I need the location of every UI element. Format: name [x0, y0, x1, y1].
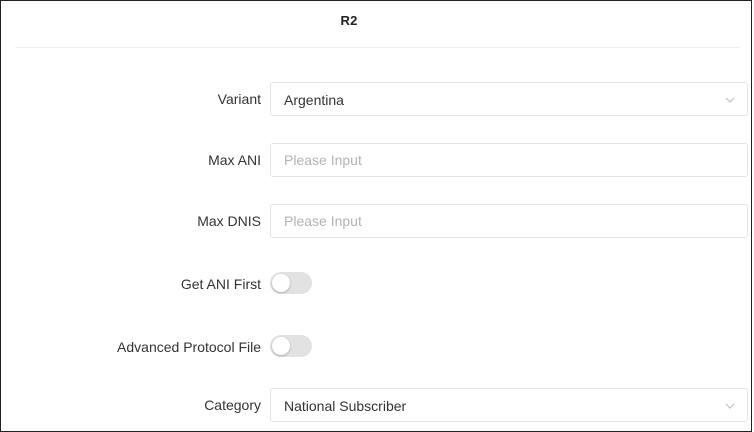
chevron-down-icon — [725, 97, 735, 103]
section-divider — [15, 47, 740, 48]
max-ani-label: Max ANI — [208, 152, 261, 168]
get-ani-first-toggle[interactable] — [270, 272, 312, 294]
max-dnis-label: Max DNIS — [197, 213, 261, 229]
category-row: Category National Subscriber — [1, 388, 753, 424]
advanced-protocol-file-row: Advanced Protocol File — [1, 332, 753, 368]
chevron-down-icon — [725, 403, 735, 409]
toggle-knob — [272, 274, 290, 292]
category-label: Category — [204, 397, 261, 413]
form-panel: R2 Variant Argentina Max ANI Max DNIS Ge… — [0, 0, 752, 432]
advanced-protocol-file-toggle[interactable] — [270, 335, 312, 357]
max-ani-input[interactable] — [271, 144, 747, 176]
variant-label: Variant — [217, 91, 261, 107]
advanced-protocol-file-label: Advanced Protocol File — [117, 339, 261, 355]
max-dnis-field-box — [270, 204, 748, 238]
category-select[interactable]: National Subscriber — [270, 388, 748, 422]
category-value: National Subscriber — [284, 398, 407, 414]
toggle-knob — [272, 337, 290, 355]
get-ani-first-label: Get ANI First — [180, 276, 261, 292]
variant-row: Variant Argentina — [1, 82, 753, 118]
variant-select[interactable]: Argentina — [270, 82, 748, 116]
max-dnis-row: Max DNIS — [1, 204, 753, 240]
get-ani-first-row: Get ANI First — [1, 269, 753, 305]
max-ani-row: Max ANI — [1, 143, 753, 179]
section-title: R2 — [340, 13, 358, 28]
variant-value: Argentina — [284, 92, 344, 108]
max-ani-field-box — [270, 143, 748, 177]
max-dnis-input[interactable] — [271, 205, 747, 237]
